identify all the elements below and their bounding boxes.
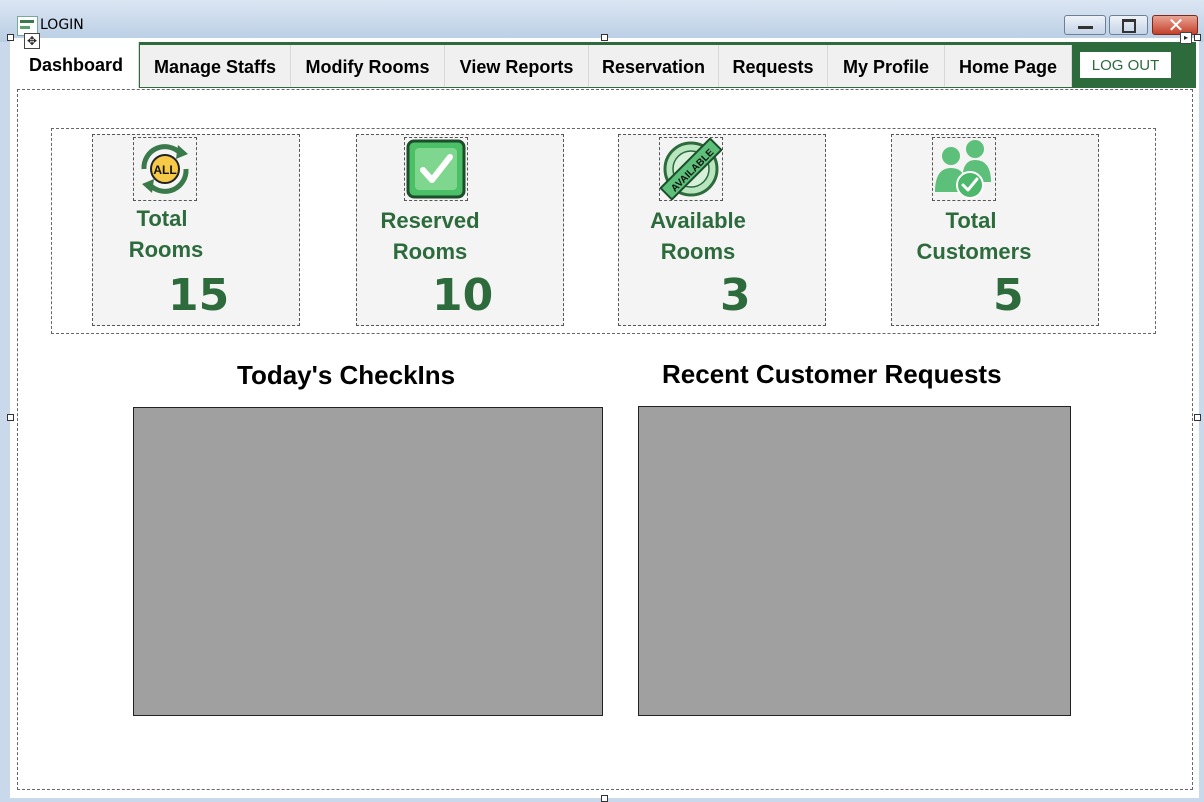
all-badge-text: ALL — [153, 163, 176, 177]
resize-handle[interactable] — [1194, 414, 1201, 421]
stat-label-line: Rooms — [660, 239, 736, 264]
checkins-title: Today's CheckIns — [237, 360, 456, 390]
requests-grid[interactable] — [638, 406, 1071, 716]
stat-label-line: Available — [650, 208, 746, 233]
minimize-button[interactable] — [1064, 15, 1106, 35]
maximize-button[interactable] — [1109, 15, 1148, 35]
stat-label-reserved-rooms: Reserved Rooms — [372, 205, 488, 267]
minimize-icon — [1078, 26, 1093, 29]
customers-icon — [932, 137, 996, 201]
tab-manage-staffs[interactable]: Manage Staffs — [140, 45, 291, 87]
stat-label-line: Rooms — [392, 239, 468, 264]
stat-label-available-rooms: Available Rooms — [643, 205, 753, 267]
stat-label-total-rooms: Total Rooms — [112, 203, 212, 265]
stat-value-total-rooms: 15 — [168, 270, 230, 321]
stat-label-line: Customers — [916, 239, 1032, 264]
resize-handle[interactable] — [601, 795, 608, 802]
stat-label-line: Reserved — [380, 208, 480, 233]
resize-handle[interactable] — [601, 34, 608, 41]
logout-button[interactable]: LOG OUT — [1079, 51, 1172, 79]
resize-handle[interactable] — [7, 414, 14, 421]
all-rooms-icon: ALL — [133, 137, 197, 201]
stat-value-available-rooms: 3 — [720, 270, 751, 321]
tab-view-reports[interactable]: View Reports — [445, 45, 589, 87]
available-badge-icon: AVAILABLE — [659, 137, 723, 201]
smart-tag-arrow-icon[interactable]: ▸ — [1180, 32, 1192, 44]
requests-title: Recent Customer Requests — [662, 359, 1002, 389]
tab-my-profile[interactable]: My Profile — [828, 45, 945, 87]
tab-requests[interactable]: Requests — [719, 45, 828, 87]
stat-label-line: Total — [945, 208, 997, 233]
move-handle-icon[interactable]: ✥ — [24, 33, 40, 49]
stat-value-total-customers: 5 — [993, 270, 1024, 321]
stat-value-reserved-rooms: 10 — [432, 270, 494, 321]
tab-home-page[interactable]: Home Page — [945, 45, 1072, 87]
close-icon: ✕ — [1167, 13, 1185, 37]
stat-label-total-customers: Total Customers — [912, 205, 1036, 267]
checkins-grid[interactable] — [133, 407, 603, 716]
tab-reservation[interactable]: Reservation — [589, 45, 719, 87]
resize-handle[interactable] — [7, 34, 14, 41]
stat-label-line: Rooms — [128, 237, 204, 262]
tab-modify-rooms[interactable]: Modify Rooms — [291, 45, 445, 87]
maximize-icon — [1122, 19, 1136, 33]
window-title: LOGIN — [40, 17, 84, 33]
resize-handle[interactable] — [1194, 34, 1201, 41]
checkmark-icon — [404, 137, 468, 201]
stat-label-line: Total — [136, 206, 188, 231]
